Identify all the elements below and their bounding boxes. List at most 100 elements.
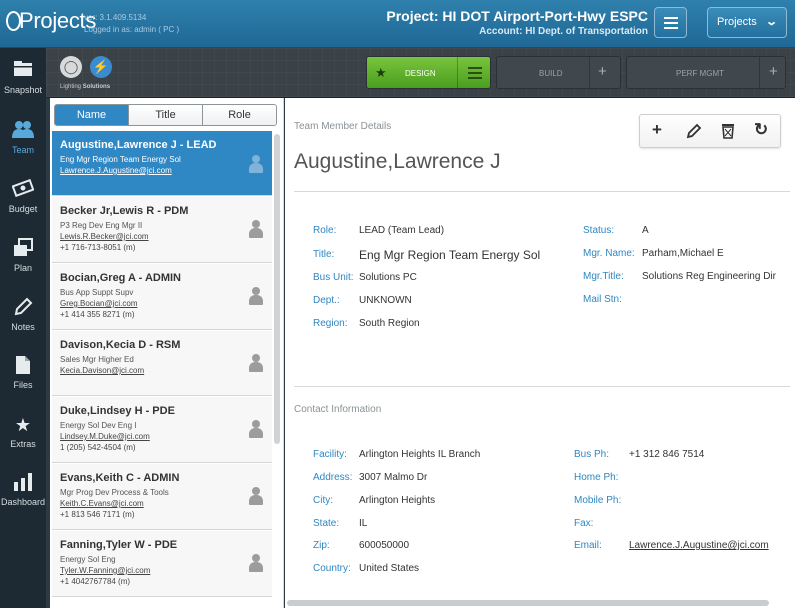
- facility-label: Facility:: [313, 449, 347, 460]
- refresh-icon[interactable]: ↻: [754, 120, 768, 140]
- detail-scrollbar[interactable]: [287, 600, 769, 606]
- member-phone: +1 716-713-8051 (m): [60, 243, 136, 252]
- member-title: P3 Reg Dev Eng Mgr II: [60, 221, 143, 230]
- nav-snapshot[interactable]: Snapshot: [0, 60, 46, 95]
- member-name: Bocian,Greg A - ADMIN: [60, 272, 182, 284]
- country-label: Country:: [313, 563, 351, 574]
- member-title: Eng Mgr Region Team Energy Sol: [60, 155, 181, 164]
- member-email[interactable]: Lewis.R.Becker@jci.com: [60, 231, 272, 242]
- nav-files[interactable]: Files: [0, 355, 46, 390]
- region-label: Region:: [313, 318, 348, 329]
- menu-button[interactable]: [654, 7, 687, 38]
- zip-value: 600050000: [359, 540, 410, 551]
- lightning-icon: ⚡: [90, 56, 112, 78]
- fax-label: Fax:: [574, 518, 594, 529]
- email-label: Email:: [574, 540, 602, 551]
- member-detail-panel: Team Member Details Augustine,Lawrence J…: [285, 98, 795, 608]
- chevron-down-icon: ⌄: [764, 16, 778, 28]
- state-label: State:: [313, 518, 340, 529]
- perf-label: PERF MGMT: [676, 69, 724, 78]
- edit-pencil-icon[interactable]: [685, 120, 703, 145]
- bus-unit-value: Solutions PC: [359, 272, 417, 283]
- menu-icon-line: [664, 22, 678, 24]
- add-icon[interactable]: +: [652, 120, 662, 140]
- member-email[interactable]: Kecia.Davison@jci.com: [60, 365, 272, 376]
- person-icon: [249, 487, 263, 505]
- person-icon: [249, 354, 263, 372]
- nav-label: Files: [13, 380, 33, 390]
- tab-role[interactable]: Role: [202, 105, 276, 125]
- design-phase-button[interactable]: ★ DESIGN: [366, 56, 491, 89]
- list-item[interactable]: Bocian,Greg A - ADMIN Bus App Suppt Supv…: [52, 264, 272, 330]
- list-item[interactable]: Duke,Lindsey H - PDE Energy Sol Dev Eng …: [52, 397, 272, 463]
- city-label: City:: [313, 495, 333, 506]
- nav-notes[interactable]: Notes: [0, 297, 46, 332]
- status-value: A: [642, 225, 649, 236]
- build-phase-button[interactable]: BUILD +: [496, 56, 621, 89]
- contact-section-title: Contact Information: [294, 404, 382, 415]
- perf-mgmt-phase-button[interactable]: PERF MGMT +: [626, 56, 786, 89]
- address-label: Address:: [313, 472, 353, 483]
- mgr-title-value: Solutions Reg Engineering Dir: [642, 271, 776, 282]
- bus-phone-label: Bus Ph:: [574, 449, 610, 460]
- email-link[interactable]: Lawrence.J.Augustine@jci.com: [629, 540, 769, 551]
- projects-dropdown-button[interactable]: Projects ⌄: [707, 7, 787, 38]
- nav-budget[interactable]: Budget: [0, 178, 46, 214]
- plus-icon[interactable]: +: [598, 63, 607, 80]
- projects-button-label: Projects: [717, 16, 757, 28]
- menu-icon[interactable]: [468, 67, 482, 79]
- title-value: Eng Mgr Region Team Energy Sol: [359, 248, 541, 262]
- role-label: Role:: [313, 225, 337, 236]
- list-item[interactable]: Davison,Kecia D - RSM Sales Mgr Higher E…: [52, 331, 272, 396]
- menu-icon: [664, 17, 678, 19]
- nav-dashboard[interactable]: Dashboard: [0, 472, 46, 507]
- home-phone-label: Home Ph:: [574, 472, 619, 483]
- list-item[interactable]: Fanning,Tyler W - PDE Energy Sol Eng Tyl…: [52, 531, 272, 597]
- nav-plan[interactable]: Plan: [0, 238, 46, 273]
- tab-title[interactable]: Title: [128, 105, 202, 125]
- list-item[interactable]: Evans,Keith C - ADMIN Mgr Prog Dev Proce…: [52, 464, 272, 530]
- person-icon: [249, 155, 263, 173]
- divider: [294, 191, 790, 192]
- nav-extras[interactable]: ★ Extras: [0, 414, 46, 449]
- team-member-list: Name Title Role Augustine,Lawrence J - L…: [50, 98, 284, 608]
- list-scrollbar[interactable]: [274, 134, 280, 444]
- nav-label: Extras: [10, 439, 36, 449]
- list-item[interactable]: Becker Jr,Lewis R - PDM P3 Reg Dev Eng M…: [52, 197, 272, 263]
- build-label: BUILD: [539, 69, 563, 78]
- pencil-icon: [0, 297, 46, 319]
- list-item[interactable]: Augustine,Lawrence J - LEAD Eng Mgr Regi…: [52, 131, 272, 196]
- member-email[interactable]: Lawrence.J.Augustine@jci.com: [60, 165, 272, 176]
- region-value: South Region: [359, 318, 420, 329]
- mgr-title-label: Mgr.Title:: [583, 271, 624, 282]
- dept-label: Dept.:: [313, 295, 340, 306]
- nav-team[interactable]: Team: [0, 120, 46, 155]
- member-title: Mgr Prog Dev Process & Tools: [60, 488, 169, 497]
- city-value: Arlington Heights: [359, 495, 436, 506]
- mgr-name-value: Parham,Michael E: [642, 248, 724, 259]
- nav-label: Budget: [8, 204, 38, 214]
- nav-label: Notes: [11, 322, 35, 332]
- app-logo[interactable]: Projects: [6, 8, 96, 34]
- version-text: ver: 3.1.409.5134: [84, 13, 147, 22]
- member-email[interactable]: Tyler.W.Fanning@jci.com: [60, 565, 272, 576]
- role-value: LEAD (Team Lead): [359, 225, 445, 236]
- member-email[interactable]: Greg.Bocian@jci.com: [60, 298, 272, 309]
- member-name: Davison,Kecia D - RSM: [60, 339, 181, 351]
- project-title: Project: HI DOT Airport-Port-Hwy ESPC: [386, 8, 648, 24]
- member-title: Energy Sol Dev Eng I: [60, 421, 137, 430]
- dept-value: UNKNOWN: [359, 295, 412, 306]
- bar-chart-icon: [0, 472, 46, 494]
- tab-name[interactable]: Name: [55, 105, 128, 125]
- toolbar: ◯ ⚡ Lighting Solutions ★ DESIGN BUILD + …: [46, 48, 795, 98]
- member-email[interactable]: Keith.C.Evans@jci.com: [60, 498, 272, 509]
- trash-icon[interactable]: [720, 120, 736, 145]
- person-icon: [249, 554, 263, 572]
- zip-label: Zip:: [313, 540, 330, 551]
- details-section-title: Team Member Details: [294, 121, 392, 132]
- lighting-solutions-selector[interactable]: ◯ ⚡ Lighting Solutions: [56, 53, 126, 93]
- member-email[interactable]: Lindsey.M.Duke@jci.com: [60, 431, 272, 442]
- member-title: Energy Sol Eng: [60, 555, 116, 564]
- plus-icon[interactable]: +: [769, 63, 778, 80]
- sort-tabs: Name Title Role: [54, 104, 277, 126]
